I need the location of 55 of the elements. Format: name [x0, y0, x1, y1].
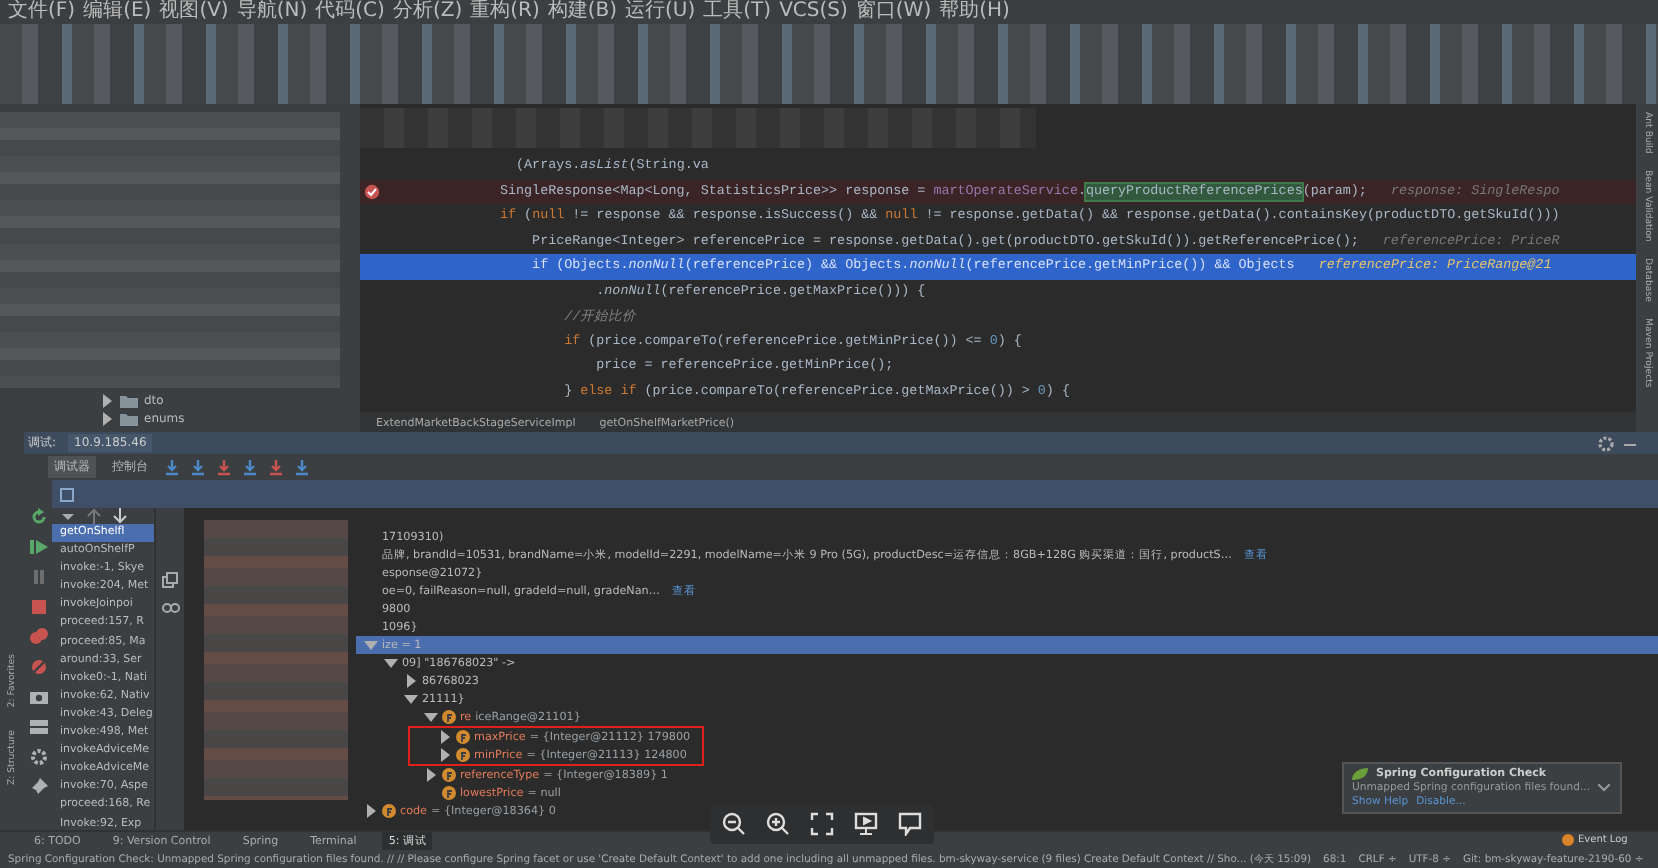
menu-item[interactable]: 构建(B) — [547, 0, 618, 24]
menu-item[interactable]: 编辑(E) — [83, 0, 152, 24]
step-arrow-icon[interactable] — [190, 459, 206, 475]
breakpoints-icon[interactable] — [29, 628, 47, 646]
rerun-icon[interactable] — [29, 508, 47, 526]
expand-triangle-icon[interactable] — [100, 394, 114, 408]
presentation-icon[interactable] — [854, 812, 878, 836]
field-icon — [442, 786, 456, 800]
field-icon — [456, 730, 470, 744]
collapse-triangle-icon[interactable] — [404, 692, 418, 706]
settings-icon[interactable] — [1598, 435, 1614, 451]
resume-icon[interactable] — [29, 538, 47, 556]
menu-item[interactable]: 重构(R) — [470, 0, 540, 24]
mute-breakpoints-icon[interactable] — [29, 658, 47, 676]
step-arrow-icon[interactable] — [242, 459, 258, 475]
expand-triangle-icon[interactable] — [438, 730, 452, 744]
chevron-icon[interactable] — [1598, 784, 1611, 792]
step-arrow-icon[interactable] — [294, 459, 310, 475]
field-icon — [382, 804, 396, 818]
menu-item[interactable]: 分析(Z) — [392, 0, 463, 24]
menu-item[interactable]: 视图(V) — [159, 0, 229, 24]
step-arrow-icon[interactable] — [268, 459, 284, 475]
fullscreen-icon[interactable] — [810, 812, 834, 836]
down-arrow-icon[interactable] — [112, 508, 128, 524]
camera-icon[interactable] — [29, 688, 47, 706]
field-icon — [442, 710, 456, 724]
copy-icon[interactable] — [162, 572, 178, 588]
expand-triangle-icon[interactable] — [100, 412, 114, 426]
step-arrow-icon[interactable] — [164, 459, 180, 475]
collapse-triangle-icon[interactable] — [424, 710, 438, 724]
field-icon — [456, 748, 470, 762]
zoom-out-icon[interactable] — [722, 812, 746, 836]
event-log-icon — [1562, 834, 1574, 846]
comment-icon[interactable] — [898, 812, 922, 836]
expand-triangle-icon[interactable] — [404, 674, 418, 688]
collapse-triangle-icon[interactable] — [384, 656, 398, 670]
zoom-in-icon[interactable] — [766, 812, 790, 836]
menu-item[interactable]: 工具(T) — [703, 0, 772, 24]
expand-triangle-icon[interactable] — [364, 804, 378, 818]
breakpoint-icon — [364, 183, 380, 200]
expand-triangle-icon[interactable] — [424, 768, 438, 782]
thread-icon — [60, 487, 74, 501]
menu-item[interactable]: VCS(S) — [779, 0, 848, 24]
menu-item[interactable]: 代码(C) — [315, 0, 385, 24]
menu-item[interactable]: 运行(U) — [625, 0, 696, 24]
up-arrow-icon[interactable] — [86, 508, 102, 524]
layout-icon[interactable] — [29, 718, 47, 736]
stop-icon[interactable] — [29, 598, 47, 616]
settings-icon[interactable] — [29, 748, 47, 766]
expand-triangle-icon[interactable] — [438, 748, 452, 762]
menu-item[interactable]: 帮助(H) — [939, 0, 1010, 24]
leaf-icon — [1352, 768, 1368, 780]
step-arrow-icon[interactable] — [216, 459, 232, 475]
glasses-icon[interactable] — [161, 600, 179, 616]
field-icon — [442, 768, 456, 782]
